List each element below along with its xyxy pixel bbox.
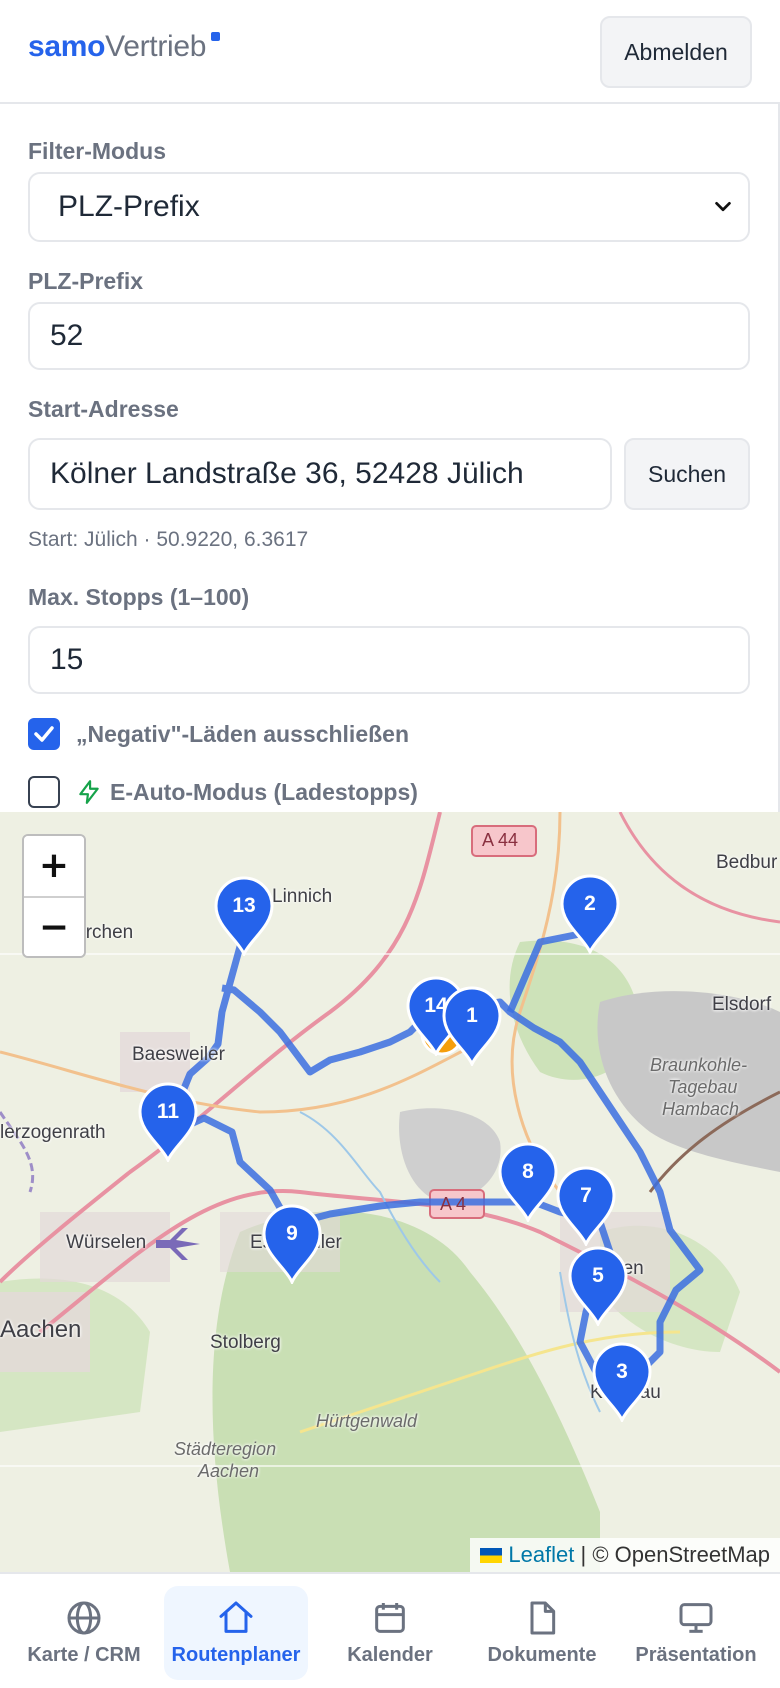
route-marker-label: 1 [466,1004,478,1027]
start-coordinates-hint: Start: Jülich · 50.9220, 6.3617 [28,528,309,551]
place-bedburg: Bedbur [716,852,778,873]
route-marker-label: 13 [232,894,256,917]
route-map[interactable]: Linnich kirchen Baesweiler lerzogenrath … [0,812,780,1572]
app-header: samoVertrieb Abmelden [0,0,780,104]
plz-prefix-label: PLZ-Prefix [28,268,144,294]
exclude-negative-label: „Negativ"-Läden ausschließen [76,720,409,747]
monitor-icon [679,1603,713,1633]
route-marker-2[interactable]: 2 [556,874,624,956]
max-stops-value: 15 [50,643,84,676]
ev-mode-row: E-Auto-Modus (Ladestopps) [28,776,418,808]
place-stolberg: Stolberg [210,1332,281,1353]
map-attribution: Leaflet | © OpenStreetMap [470,1538,780,1572]
search-address-button[interactable]: Suchen [624,438,750,510]
route-marker-label: 11 [156,1100,180,1123]
osm-attribution[interactable]: © OpenStreetMap [592,1542,770,1568]
chevron-down-icon [715,201,731,212]
start-address-input[interactable]: Kölner Landstraße 36, 52428 Jülich [28,438,612,510]
nav-item-karte-crm[interactable]: Karte / CRM [12,1586,156,1680]
place-aachen: Aachen [0,1316,82,1343]
route-marker-9[interactable]: 9 [258,1204,326,1286]
route-marker-1[interactable]: 1 [438,986,506,1068]
route-marker-7[interactable]: 7 [552,1166,620,1248]
route-marker-13[interactable]: 13 [210,876,278,958]
home-icon [219,1601,253,1633]
logout-button[interactable]: Abmelden [600,16,752,88]
ev-mode-checkbox[interactable] [28,776,60,808]
document-icon [530,1601,556,1635]
route-marker-label: 3 [616,1360,628,1383]
max-stops-label: Max. Stopps (1–100) [28,584,250,610]
exclude-negative-row: „Negativ"-Läden ausschließen [28,718,409,750]
checkmark-icon [34,726,54,742]
place-huertgenwald: Hürtgenwald [316,1411,418,1431]
zoom-control: + − [22,834,86,958]
nav-item-praesentation[interactable]: Präsentation [624,1586,768,1680]
route-form-panel: Filter-Modus PLZ-Prefix PLZ-Prefix 52 St… [0,104,780,812]
bottom-navigation: Karte / CRM Routenplaner Kalender Dokume… [0,1572,780,1688]
zoom-in-button[interactable]: + [24,836,84,896]
start-address-value: Kölner Landstraße 36, 52428 Jülich [50,457,524,490]
motorway-a4-label: A 4 [440,1194,467,1214]
filter-mode-label: Filter-Modus [28,138,166,164]
lightning-icon [79,780,99,804]
nav-label: Kalender [347,1644,433,1666]
plz-prefix-value: 52 [50,319,84,352]
place-staedteregion: Städteregion [174,1439,277,1459]
nav-label: Karte / CRM [27,1644,141,1666]
filter-mode-value: PLZ-Prefix [58,190,200,223]
place-hambach: Hambach [662,1099,740,1119]
max-stops-input[interactable]: 15 [28,626,750,694]
zoom-out-button[interactable]: − [24,896,84,956]
route-marker-11[interactable]: 11 [134,1082,202,1164]
place-braunkohle: Braunkohle- [650,1055,748,1075]
route-marker-label: 7 [580,1184,592,1207]
nav-item-dokumente[interactable]: Dokumente [470,1586,614,1680]
logo-brand: samo [28,30,106,63]
nav-label: Präsentation [635,1644,757,1666]
ev-mode-label: E-Auto-Modus (Ladestopps) [110,778,418,805]
filter-mode-select[interactable]: PLZ-Prefix [28,172,750,242]
globe-icon [67,1601,101,1635]
place-tagebau: Tagebau [668,1077,738,1097]
route-marker-label: 5 [592,1264,604,1287]
app-logo[interactable]: samoVertrieb [28,30,221,64]
exclude-negative-checkbox[interactable] [28,718,60,750]
place-staedteregion-aachen: Aachen [198,1461,260,1481]
nav-item-kalender[interactable]: Kalender [318,1586,462,1680]
route-marker-3[interactable]: 3 [588,1342,656,1424]
place-wuerselen: Würselen [66,1232,147,1253]
place-baesweiler: Baesweiler [132,1044,225,1065]
calendar-icon [375,1603,405,1633]
motorway-a44-label: A 44 [482,830,519,850]
route-marker-label: 2 [584,892,596,915]
route-marker-label: 9 [286,1222,298,1245]
attribution-separator: | [574,1542,593,1567]
ev-mode-label-wrap: E-Auto-Modus (Ladestopps) [76,779,418,806]
logo-dot-icon [211,32,221,41]
logo-rest: Vertrieb [105,30,207,63]
place-linnich: Linnich [272,886,333,907]
nav-item-routenplaner[interactable]: Routenplaner [164,1586,308,1680]
ukraine-flag-icon [480,1547,503,1563]
start-address-label: Start-Adresse [28,396,179,422]
place-herzogenrath: lerzogenrath [0,1122,106,1143]
leaflet-link[interactable]: Leaflet [508,1542,574,1568]
route-marker-5[interactable]: 5 [564,1246,632,1328]
nav-label: Routenplaner [171,1644,301,1666]
plz-prefix-input[interactable]: 52 [28,302,750,370]
nav-label: Dokumente [487,1644,597,1666]
place-elsdorf: Elsdorf [712,994,772,1015]
